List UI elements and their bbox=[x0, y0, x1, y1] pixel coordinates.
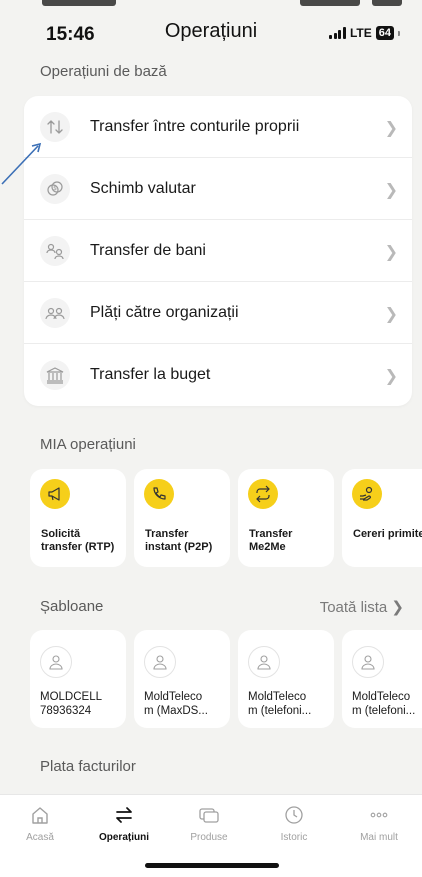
chevron-right-icon: ❯ bbox=[384, 244, 398, 261]
template-line1: MoldTeleco bbox=[248, 691, 307, 703]
template-line1: MoldTeleco bbox=[144, 691, 203, 703]
tab-home[interactable]: Acasă bbox=[0, 803, 82, 843]
mia-me2me[interactable]: Transfer Me2Me bbox=[238, 469, 334, 567]
tab-label: Operațiuni bbox=[98, 832, 149, 843]
chevron-right-icon: ❯ bbox=[391, 599, 404, 616]
chevron-right-icon: ❯ bbox=[384, 368, 398, 385]
status-bar: 15:46 Operațiuni LTE 64 bbox=[0, 14, 422, 58]
bills-title: Plata facturilor bbox=[40, 758, 136, 775]
annotation-arrow-icon bbox=[1, 142, 42, 185]
hand-coins-icon bbox=[352, 479, 382, 509]
mia-label: Cereri primite bbox=[353, 528, 422, 540]
mia-instant-transfer[interactable]: Transfer instant (P2P) bbox=[134, 469, 230, 567]
mia-title: MIA operațiuni bbox=[40, 436, 136, 453]
template-line2: m (telefoni... bbox=[352, 705, 416, 717]
network-type: LTE bbox=[349, 26, 372, 40]
mia-request-transfer[interactable]: Solicită transfer (RTP) bbox=[30, 469, 126, 567]
templates-header: Șabloane Toată lista ❯ bbox=[40, 598, 404, 616]
mia-label: Transfer Me2Me bbox=[249, 528, 293, 553]
tab-label: Mai mult bbox=[360, 832, 398, 843]
clock-icon bbox=[252, 803, 336, 827]
tab-operations[interactable]: Operațiuni bbox=[82, 803, 166, 843]
tab-products[interactable]: Produse bbox=[167, 803, 251, 843]
mia-label: Solicită transfer (RTP) bbox=[41, 528, 115, 553]
bank-building-icon bbox=[40, 360, 70, 390]
op-org-payments[interactable]: Plăți către organizații ❯ bbox=[24, 282, 412, 344]
status-indicators: LTE 64 bbox=[329, 26, 400, 40]
template-label: MOLDCELL 78936324 bbox=[40, 690, 124, 718]
phone-icon bbox=[144, 479, 174, 509]
mia-label: Transfer instant (P2P) bbox=[145, 528, 213, 553]
person-icon bbox=[144, 646, 176, 678]
chevron-right-icon: ❯ bbox=[384, 182, 398, 199]
see-all-label: Toată lista bbox=[319, 599, 388, 616]
tab-label: Acasă bbox=[26, 832, 54, 843]
battery-tip bbox=[398, 30, 400, 36]
see-all-link[interactable]: Toată lista ❯ bbox=[320, 598, 404, 616]
person-transfer-icon bbox=[40, 235, 70, 266]
tab-history[interactable]: Istoric bbox=[252, 803, 336, 843]
template-line2: 78936324 bbox=[40, 705, 92, 717]
template-line1: MOLDCELL bbox=[40, 691, 102, 703]
template-card[interactable]: MOLDCELL 78936324 bbox=[30, 630, 126, 728]
transfer-arrows-icon bbox=[82, 803, 166, 827]
template-label: MoldTeleco m (MaxDS... bbox=[144, 690, 228, 718]
op-label: Transfer de bani bbox=[90, 241, 206, 259]
templates-carousel[interactable]: MOLDCELL 78936324 MoldTeleco m (MaxDS... M… bbox=[30, 630, 422, 728]
top-cropped-strip bbox=[0, 0, 422, 14]
template-card[interactable]: MoldTeleco m (telefoni... bbox=[238, 630, 334, 728]
chevron-right-icon: ❯ bbox=[384, 306, 398, 323]
template-card[interactable]: MoldTeleco m (telefoni... bbox=[342, 630, 422, 728]
template-label: MoldTeleco m (telefoni... bbox=[248, 690, 332, 718]
template-line2: m (telefoni... bbox=[248, 705, 312, 717]
tab-label: Istoric bbox=[280, 832, 308, 843]
megaphone-icon bbox=[40, 479, 70, 509]
repeat-icon bbox=[248, 479, 278, 509]
more-dots-icon bbox=[337, 803, 421, 827]
battery-icon: 64 bbox=[375, 26, 394, 40]
op-label: Transfer la buget bbox=[90, 366, 211, 383]
op-label: Schimb valutar bbox=[90, 179, 196, 197]
svg-text:$: $ bbox=[53, 185, 57, 192]
tab-label: Produse bbox=[190, 832, 228, 843]
op-budget-transfer[interactable]: Transfer la buget ❯ bbox=[24, 344, 412, 406]
home-icon bbox=[0, 803, 82, 827]
signal-icon bbox=[329, 27, 346, 39]
op-currency-exchange[interactable]: $ Schimb valutar ❯ bbox=[24, 158, 412, 220]
tab-more[interactable]: Mai mult bbox=[337, 803, 421, 843]
group-icon bbox=[40, 297, 70, 328]
basic-ops-title: Operațiuni de bază bbox=[40, 63, 167, 80]
op-label: Transfer între conturile proprii bbox=[90, 117, 300, 135]
basic-ops-card: Transfer între conturile proprii ❯ $ Sch… bbox=[24, 96, 412, 406]
template-card[interactable]: MoldTeleco m (MaxDS... bbox=[134, 630, 230, 728]
person-icon bbox=[248, 646, 280, 678]
template-label: MoldTeleco m (telefoni... bbox=[352, 690, 422, 718]
mia-carousel[interactable]: Solicită transfer (RTP) Transfer instant… bbox=[30, 469, 422, 567]
templates-title: Șabloane bbox=[40, 598, 104, 615]
op-own-accounts-transfer[interactable]: Transfer între conturile proprii ❯ bbox=[24, 96, 412, 158]
person-icon bbox=[352, 646, 384, 678]
home-indicator bbox=[145, 863, 279, 868]
op-money-transfer[interactable]: Transfer de bani ❯ bbox=[24, 220, 412, 282]
op-label: Plăți către organizații bbox=[90, 303, 239, 321]
template-line2: m (MaxDS... bbox=[144, 705, 208, 717]
mia-received-requests[interactable]: Cereri primite bbox=[342, 469, 422, 567]
person-icon bbox=[40, 646, 72, 678]
chevron-right-icon: ❯ bbox=[384, 120, 398, 137]
cards-icon bbox=[167, 803, 251, 827]
template-line1: MoldTeleco bbox=[352, 691, 411, 703]
